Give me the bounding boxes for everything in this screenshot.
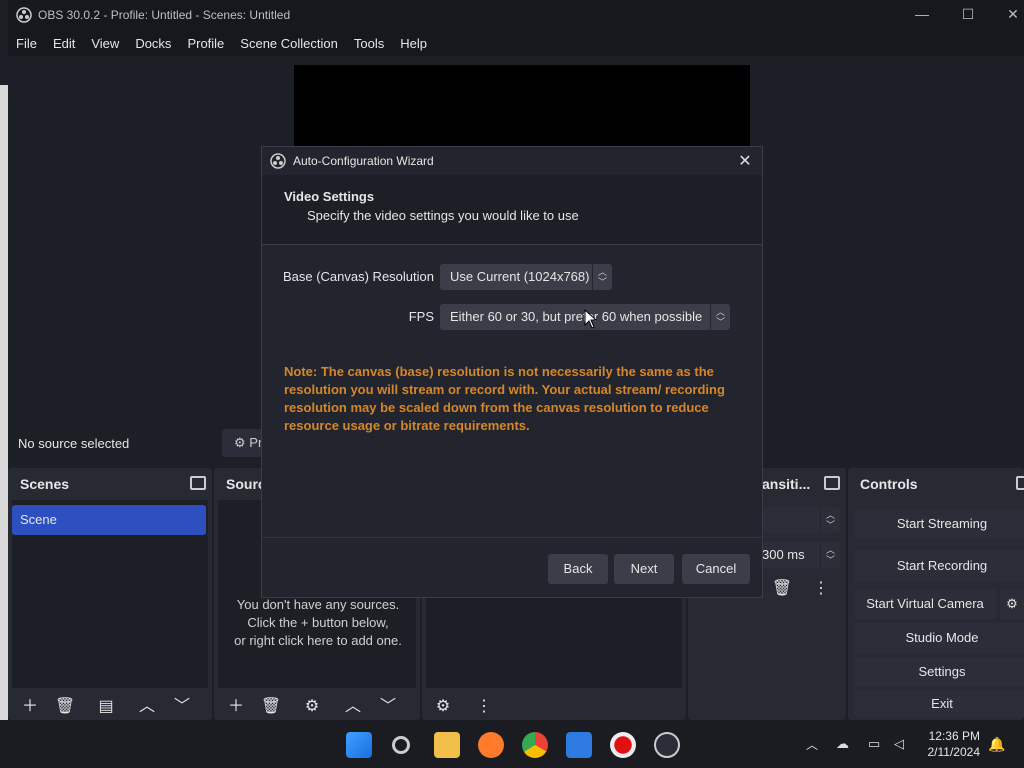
clock-date: 2/11/2024 [927,745,981,759]
resolution-value: Use Current (1024x768) [450,269,590,284]
menu-help[interactable]: Help [392,36,435,51]
clock-time: 12:36 PM [928,729,980,743]
source-settings-gear-icon[interactable]: ⚙ [298,695,326,719]
remove-source-trash-icon[interactable]: 🗑 [257,695,285,719]
add-scene-button[interactable]: ＋ [16,695,44,719]
transitions-dock-title: ansiti... [762,476,811,492]
chevron-updown-icon: ︿ ﹀ [710,304,730,330]
fps-value: Either 60 or 30, but prefer 60 when poss… [450,309,703,324]
scene-list-item[interactable]: Scene [12,505,206,535]
transition-duration-field[interactable]: 300 ms ︿ ﹀ [762,542,840,568]
auto-config-wizard-dialog: Auto-Configuration Wizard ✕ Video Settin… [261,146,763,598]
start-recording-button[interactable]: Start Recording [854,551,1024,581]
obs-logo-icon [16,7,32,23]
empty-line-1: You don't have any sources. [236,597,400,612]
network-icon[interactable]: ▭ [868,736,880,752]
back-button[interactable]: Back [548,554,608,584]
system-clock[interactable]: 12:36 PM 2/11/2024 [928,728,981,760]
undock-icon[interactable] [190,476,206,490]
volume-icon[interactable]: ◁ [894,736,904,752]
duration-value: 300 ms [762,547,805,562]
resolution-label: Base (Canvas) Resolution [282,269,434,284]
menu-scene-collection[interactable]: Scene Collection [232,36,346,51]
studio-mode-button[interactable]: Studio Mode [854,623,1024,653]
no-source-label: No source selected [18,436,130,451]
search-icon[interactable] [392,736,410,754]
maximize-icon[interactable]: ☐ [958,6,978,23]
empty-line-2: Click the + button below, [247,615,389,630]
remove-scene-trash-icon[interactable]: 🗑 [51,695,79,719]
move-up-icon[interactable]: ︿ [133,695,161,719]
obs-logo-icon [270,153,286,169]
cancel-button[interactable]: Cancel [682,554,750,584]
menu-file[interactable]: File [8,36,45,51]
video-settings-heading: Video Settings [284,189,375,204]
move-down-icon[interactable]: ﹀ [168,695,196,719]
notification-bell-icon[interactable]: 🔔 [988,736,1005,753]
source-down-icon[interactable]: ﹀ [374,695,402,719]
empty-line-3: or right click here to add one. [234,633,402,648]
cloud-icon[interactable]: ☁ [836,736,849,752]
obs-taskbar-icon[interactable] [654,732,680,758]
source-up-icon[interactable]: ︿ [339,695,367,719]
transitions-undock-icon[interactable] [824,476,840,490]
transition-menu-icon[interactable]: ⋮ [807,577,835,601]
chevron-updown-icon: ︿ ﹀ [592,264,612,290]
canvas-resolution-note: Note: The canvas (base) resolution is no… [284,364,725,433]
spin-icon: ︿ ﹀ [820,542,840,568]
sources-empty-message: You don't have any sources. Click the + … [218,596,418,650]
chevron-up-icon[interactable]: ︿ [806,736,818,753]
menu-docks[interactable]: Docks [127,36,179,51]
window-title: OBS 30.0.2 - Profile: Untitled - Scenes:… [38,8,291,22]
add-source-button[interactable]: ＋ [222,695,250,719]
start-menu-icon[interactable] [346,732,372,758]
menu-edit[interactable]: Edit [45,36,83,51]
start-virtual-camera-button[interactable]: Start Virtual Camera [854,589,996,619]
program-preview[interactable] [294,65,750,155]
mouse-cursor-icon [584,309,598,329]
firefox-icon[interactable] [478,732,504,758]
next-button[interactable]: Next [614,554,674,584]
menu-tools[interactable]: Tools [346,36,392,51]
video-settings-subtitle: Specify the video settings you would lik… [307,208,579,223]
mixer-settings-gear-icon[interactable]: ⚙ [429,695,457,719]
file-explorer-icon[interactable] [434,732,460,758]
close-icon[interactable]: ✕ [1003,6,1023,23]
dialog-separator [262,537,762,538]
dialog-close-icon[interactable]: ✕ [736,151,754,171]
virtual-camera-settings-gear-icon[interactable]: ⚙ [1000,589,1024,619]
start-streaming-button[interactable]: Start Streaming [854,509,1024,539]
store-icon[interactable] [566,732,592,758]
fps-label: FPS [408,309,434,324]
record-app-icon[interactable] [610,732,636,758]
chrome-icon[interactable] [522,732,548,758]
scenes-dock-title: Scenes [20,476,70,492]
scene-filter-icon[interactable]: ▤ [92,695,120,719]
settings-button[interactable]: Settings [854,657,1024,687]
menu-profile[interactable]: Profile [179,36,232,51]
dialog-header: Video Settings Specify the video setting… [262,175,762,245]
dialog-title: Auto-Configuration Wizard [293,154,434,168]
menu-bar: File Edit View Docks Profile Scene Colle… [8,30,1024,56]
exit-button[interactable]: Exit [854,691,1024,717]
chevron-updown-icon: ︿ ﹀ [820,507,840,533]
mixer-menu-icon[interactable]: ⋮ [470,695,498,719]
desktop-edge [0,85,8,720]
minimize-icon[interactable]: — [912,6,932,22]
dialog-titlebar[interactable]: Auto-Configuration Wizard ✕ [262,147,762,175]
transition-select[interactable]: ︿ ﹀ [762,507,840,533]
sources-dock-title: Sourc [226,476,266,492]
remove-transition-trash-icon[interactable]: 🗑 [768,577,796,601]
resolution-select[interactable]: Use Current (1024x768) ︿ ﹀ [440,264,612,290]
menu-view[interactable]: View [83,36,127,51]
controls-undock-icon[interactable] [1016,476,1024,490]
window-titlebar[interactable]: OBS 30.0.2 - Profile: Untitled - Scenes:… [8,0,1024,30]
controls-dock-title: Controls [860,476,918,492]
